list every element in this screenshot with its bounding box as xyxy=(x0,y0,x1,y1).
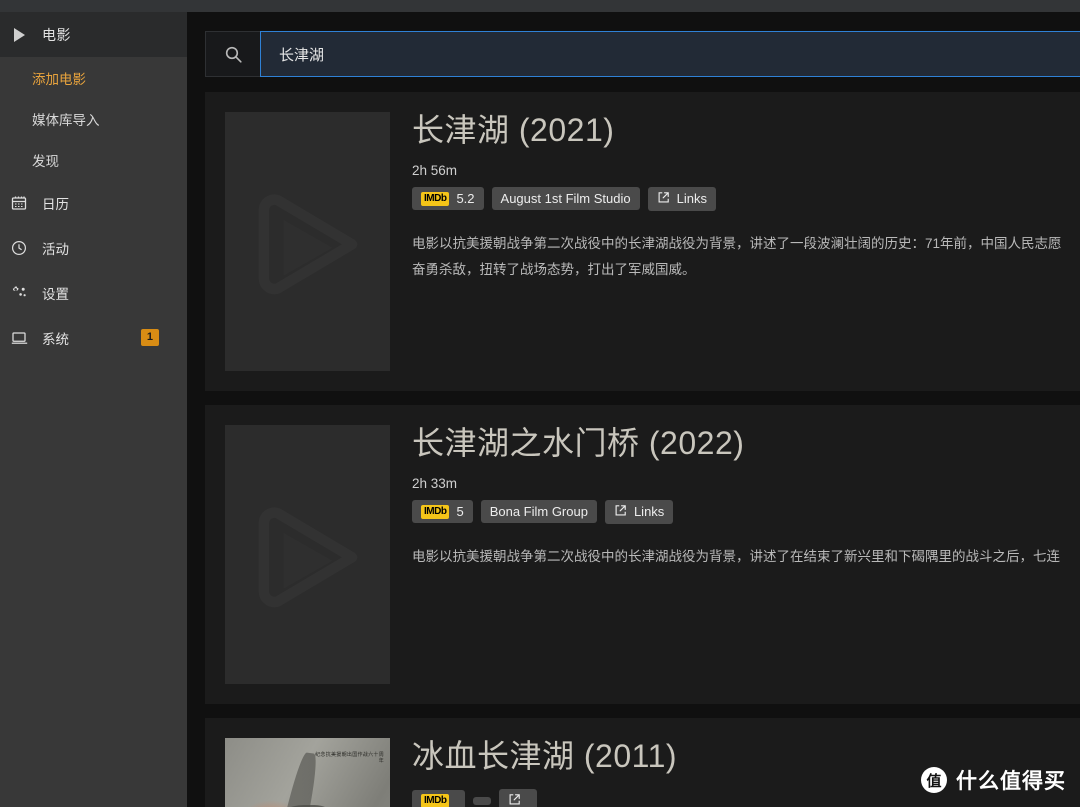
sidebar-item-calendar-label: 日历 xyxy=(42,193,69,213)
search-bar xyxy=(205,31,1080,77)
imdb-logo-icon: IMDb xyxy=(421,192,449,207)
movie-poster-image: 纪念抗美援朝出国作战六十周年 xyxy=(225,738,390,807)
movie-runtime: 2h 56m xyxy=(412,163,1080,178)
movie-title: 长津湖 (2021) xyxy=(412,112,1080,149)
movie-chip-row: IMDb xyxy=(412,789,1080,807)
sidebar-item-add-movie[interactable]: 添加电影 xyxy=(0,57,187,98)
imdb-rating-value: 5.2 xyxy=(456,191,474,206)
sidebar-item-discover-label: 发现 xyxy=(32,150,59,170)
search-icon xyxy=(224,45,243,64)
imdb-rating-chip[interactable]: IMDb 5.2 xyxy=(412,187,484,210)
imdb-rating-value: 5 xyxy=(456,504,463,519)
movie-info: 长津湖之水门桥 (2022) 2h 33m IMDb 5 Bona Film G… xyxy=(390,425,1080,684)
sidebar-item-library-import[interactable]: 媒体库导入 xyxy=(0,98,187,139)
calendar-icon xyxy=(6,193,32,213)
movie-result-card[interactable]: 纪念抗美援朝出国作战六十周年 冰血长津湖 (2011) IMDb xyxy=(205,718,1080,807)
imdb-rating-chip[interactable]: IMDb xyxy=(412,790,465,807)
imdb-logo-icon: IMDb xyxy=(421,794,449,807)
sidebar-item-system[interactable]: 系统 1 xyxy=(0,315,187,360)
sidebar-item-activity-label: 活动 xyxy=(42,238,69,258)
sidebar-item-system-label: 系统 xyxy=(42,328,69,348)
play-logo-icon xyxy=(250,184,366,300)
sidebar-item-settings[interactable]: 设置 xyxy=(0,270,187,315)
movie-poster-placeholder xyxy=(225,425,390,684)
studio-chip[interactable] xyxy=(473,797,491,805)
poster-artwork xyxy=(225,738,390,807)
links-label: Links xyxy=(634,504,664,519)
sidebar-item-settings-label: 设置 xyxy=(42,283,69,303)
sidebar: 电影 添加电影 媒体库导入 发现 日历 xyxy=(0,0,187,807)
gears-icon xyxy=(6,283,32,303)
external-link-icon xyxy=(614,504,627,520)
sidebar-item-discover[interactable]: 发现 xyxy=(0,139,187,180)
sidebar-item-movies[interactable]: 电影 xyxy=(0,12,187,57)
studio-chip[interactable]: Bona Film Group xyxy=(481,500,597,523)
studio-label: Bona Film Group xyxy=(490,504,588,519)
movie-overview: 电影以抗美援朝战争第二次战役中的长津湖战役为背景，讲述了一段波澜壮阔的历史：71… xyxy=(412,231,1080,284)
sidebar-item-library-import-label: 媒体库导入 xyxy=(32,109,100,129)
external-link-icon xyxy=(508,793,521,807)
sidebar-item-movies-label: 电影 xyxy=(42,25,71,45)
movie-overview-line-1: 电影以抗美援朝战争第二次战役中的长津湖战役为背景，讲述了一段波澜壮阔的历史：71… xyxy=(412,231,1080,257)
external-link-icon xyxy=(657,191,670,207)
movie-overview: 电影以抗美援朝战争第二次战役中的长津湖战役为背景，讲述了在结束了新兴里和下碣隅里… xyxy=(412,544,1080,570)
studio-chip[interactable]: August 1st Film Studio xyxy=(492,187,640,210)
movie-overview-line-1: 电影以抗美援朝战争第二次战役中的长津湖战役为背景，讲述了在结束了新兴里和下碣隅里… xyxy=(412,544,1080,570)
status-badge: 1 xyxy=(141,329,159,346)
movie-chip-row: IMDb 5.2 August 1st Film Studio xyxy=(412,187,1080,211)
movie-result-card[interactable]: 长津湖之水门桥 (2022) 2h 33m IMDb 5 Bona Film G… xyxy=(205,405,1080,704)
imdb-rating-chip[interactable]: IMDb 5 xyxy=(412,500,473,523)
links-label: Links xyxy=(677,191,707,206)
main-content: 长津湖 (2021) 2h 56m IMDb 5.2 August 1st Fi… xyxy=(187,0,1080,807)
links-chip[interactable]: Links xyxy=(648,187,716,211)
search-input[interactable] xyxy=(260,31,1080,77)
imdb-logo-icon: IMDb xyxy=(421,505,449,520)
movie-title: 长津湖之水门桥 (2022) xyxy=(412,425,1080,462)
search-button[interactable] xyxy=(205,31,260,77)
play-logo-icon xyxy=(250,497,366,613)
search-results-list: 长津湖 (2021) 2h 56m IMDb 5.2 August 1st Fi… xyxy=(187,92,1080,807)
poster-caption: 纪念抗美援朝出国作战六十周年 xyxy=(314,752,384,764)
top-window-band xyxy=(0,0,1080,12)
play-triangle-icon xyxy=(6,28,32,42)
sidebar-item-add-movie-label: 添加电影 xyxy=(32,68,86,88)
movie-runtime: 2h 33m xyxy=(412,476,1080,491)
movie-overview-line-2: 奋勇杀敌，扭转了战场态势，打出了军威国威。 xyxy=(412,257,1080,283)
links-chip[interactable]: Links xyxy=(605,500,673,524)
links-chip[interactable] xyxy=(499,789,537,807)
movie-chip-row: IMDb 5 Bona Film Group xyxy=(412,500,1080,524)
movie-result-card[interactable]: 长津湖 (2021) 2h 56m IMDb 5.2 August 1st Fi… xyxy=(205,92,1080,391)
app-root: 电影 添加电影 媒体库导入 发现 日历 xyxy=(0,0,1080,807)
monitor-icon xyxy=(6,328,32,348)
movie-poster-placeholder xyxy=(225,112,390,371)
sidebar-item-activity[interactable]: 活动 xyxy=(0,225,187,270)
movie-info: 冰血长津湖 (2011) IMDb xyxy=(390,738,1080,807)
clock-icon xyxy=(6,238,32,258)
studio-label: August 1st Film Studio xyxy=(501,191,631,206)
movie-title: 冰血长津湖 (2011) xyxy=(412,738,1080,775)
sidebar-item-calendar[interactable]: 日历 xyxy=(0,180,187,225)
movie-info: 长津湖 (2021) 2h 56m IMDb 5.2 August 1st Fi… xyxy=(390,112,1080,371)
